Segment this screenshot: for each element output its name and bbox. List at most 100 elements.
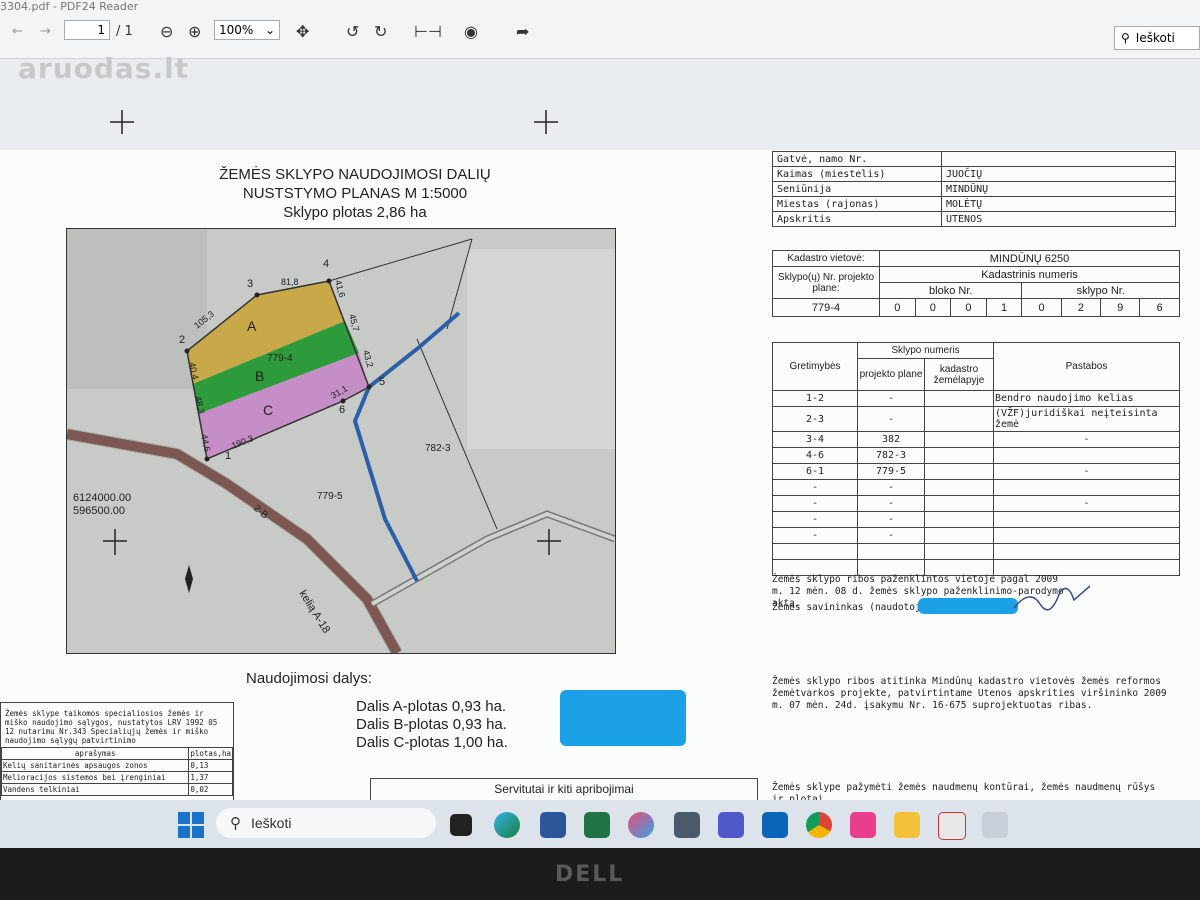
fit-width-icon[interactable]: ⊢⊣ <box>414 20 442 42</box>
adjacency-row: 4-6 782-3 <box>772 447 1180 464</box>
task-view-icon[interactable] <box>450 814 472 836</box>
adjacency-cell: - <box>857 479 925 496</box>
special-area-header: plotas,ha <box>188 747 233 760</box>
zoom-in-icon[interactable]: ⊕ <box>188 20 201 42</box>
special-conditions-table: aprašymas plotas,ha Kelių sanitarinės aps… <box>0 747 233 796</box>
adjacency-row: 1-2- Bendro naudojimo kelias <box>772 390 1180 407</box>
info-value: UTENOS <box>941 211 1176 227</box>
chrome-icon[interactable] <box>806 812 832 838</box>
special-desc: Vandens telkiniai <box>0 783 190 796</box>
adjacency-row: -- <box>772 527 1180 544</box>
chevron-down-icon: ⌄ <box>264 23 275 37</box>
view-mode-icon[interactable]: ◉ <box>464 20 478 42</box>
zoom-value: 100% <box>219 23 254 37</box>
adjacency-cell <box>993 447 1180 464</box>
adjacency-cell <box>993 543 1180 560</box>
pan-icon[interactable]: ✥ <box>296 20 309 42</box>
point-1-label: 1 <box>225 450 231 462</box>
cadastral-digit: 0 <box>950 298 987 317</box>
pos-icon[interactable] <box>850 812 876 838</box>
forward-icon[interactable]: → <box>40 20 51 42</box>
adjacency-cell <box>924 543 994 560</box>
area-a-label: A <box>247 318 257 334</box>
page-number-input[interactable]: 1 <box>64 20 110 40</box>
adjacency-cell <box>924 390 994 407</box>
outlook-icon[interactable] <box>762 812 788 838</box>
map-drawing: A B C 779-4 779-5 782-3 kelią A-18 2-B 6… <box>67 229 615 653</box>
point-5-label: 5 <box>379 376 385 388</box>
taskbar-search[interactable]: ⚲ Ieškoti <box>216 808 436 838</box>
info-label: Seniūnija <box>772 181 942 197</box>
adjacency-cell: - <box>857 527 925 544</box>
adjacency-cell <box>857 543 925 560</box>
adjacency-cell: 4-6 <box>772 447 858 464</box>
page-total: / 1 <box>116 23 133 39</box>
mail-icon[interactable] <box>674 812 700 838</box>
search-box[interactable]: ⚲ Ieškoti <box>1114 26 1200 50</box>
adjacency-cell <box>924 463 994 480</box>
adjacency-cell: - <box>772 479 858 496</box>
info-label: Kaimas (miestelis) <box>772 166 942 182</box>
adjacency-cell <box>924 479 994 496</box>
coord-x-label: 596500.00 <box>73 505 125 517</box>
title-line-2: NUSTSTYMO PLANAS M 1:5000 <box>242 185 468 202</box>
pdf24-icon[interactable] <box>982 812 1008 838</box>
project-plan-header: projekto plane <box>857 358 925 391</box>
special-desc: Kelių sanitarinės apsaugos zonos <box>0 759 190 772</box>
info-label: Miestas (rajonas) <box>772 196 942 212</box>
plot-map: A B C 779-4 779-5 782-3 kelią A-18 2-B 6… <box>66 228 616 654</box>
info-label: Apskritis <box>772 211 942 227</box>
special-desc: Melioracijos sistemos bei įrenginiai <box>0 771 190 784</box>
adjacency-cell: 782-3 <box>857 447 925 464</box>
cadastre-label: Kadastro vietovė: <box>772 250 880 267</box>
adjacency-table: Gretimybės Sklypo numeris Pastabos proje… <box>772 342 1180 576</box>
adjacency-cell <box>993 479 1180 496</box>
neighbors-header: Gretimybės <box>772 342 858 391</box>
cadastral-digit: 2 <box>1060 298 1102 317</box>
plot-number-label: Sklypo(ų) Nr. projekto plane: <box>772 266 880 299</box>
point-4-label: 4 <box>323 258 329 270</box>
redacted-owner <box>918 598 1018 614</box>
redacted-parts <box>560 690 686 746</box>
back-icon[interactable]: ← <box>12 20 23 42</box>
search-placeholder: Ieškoti <box>1135 31 1175 45</box>
word-icon[interactable] <box>540 812 566 838</box>
adjacency-cell: 6-1 <box>772 463 858 480</box>
dell-logo: DELL <box>555 862 625 887</box>
rotate-left-icon[interactable]: ↺ <box>346 20 359 42</box>
excel-icon[interactable] <box>584 812 610 838</box>
adjacency-cell: 2-3 <box>772 406 858 432</box>
adjacency-cell: 382 <box>857 431 925 448</box>
adjacency-cell <box>924 431 994 448</box>
compliance-note: Žemės sklypo ribos atitinka Mindūnų kada… <box>772 676 1167 711</box>
parcel-south-label: 779-5 <box>317 491 343 502</box>
teams-icon[interactable] <box>718 812 744 838</box>
title-line-3: Sklypo plotas 2,86 ha <box>283 204 427 221</box>
point-3-label: 3 <box>247 278 253 290</box>
file-explorer-icon[interactable] <box>894 812 920 838</box>
viewer-toolbar: 3304.pdf - PDF24 Reader ← → 1 / 1 ⊖ ⊕ 10… <box>0 0 1200 59</box>
info-value: MINDŪNŲ <box>941 181 1176 197</box>
edge-icon[interactable] <box>494 812 520 838</box>
part-c-line: Dalis C-plotas 1,00 ha. <box>356 734 508 751</box>
adjacency-row: --- <box>772 495 1180 512</box>
cadastre-value: MINDŪNŲ 6250 <box>879 250 1180 267</box>
part-b-line: Dalis B-plotas 0,93 ha. <box>356 716 507 733</box>
cadastre-table: Kadastro vietovė: MINDŪNŲ 6250 Sklypo(ų)… <box>772 250 1180 317</box>
adjacency-cell: - <box>772 495 858 512</box>
title-line-1: ŽEMĖS SKLYPO NAUDOJIMOSI DALIŲ <box>219 166 491 183</box>
dim-label: 81,8 <box>281 277 299 287</box>
share-icon[interactable]: ➦ <box>516 20 529 42</box>
rotate-right-icon[interactable]: ↻ <box>374 20 387 42</box>
search-icon: ⚲ <box>230 815 241 832</box>
zoom-select[interactable]: 100% ⌄ <box>214 20 280 40</box>
windows-start-icon[interactable] <box>178 812 204 838</box>
area-c-label: C <box>263 402 273 418</box>
cadastral-digit: 9 <box>1100 298 1141 317</box>
zoom-out-icon[interactable]: ⊖ <box>160 20 173 42</box>
search-icon: ⚲ <box>1121 31 1130 45</box>
adjacency-cell <box>993 511 1180 528</box>
paint-icon[interactable] <box>628 812 654 838</box>
adjacency-cell: 3-4 <box>772 431 858 448</box>
snip-icon[interactable] <box>938 812 966 840</box>
